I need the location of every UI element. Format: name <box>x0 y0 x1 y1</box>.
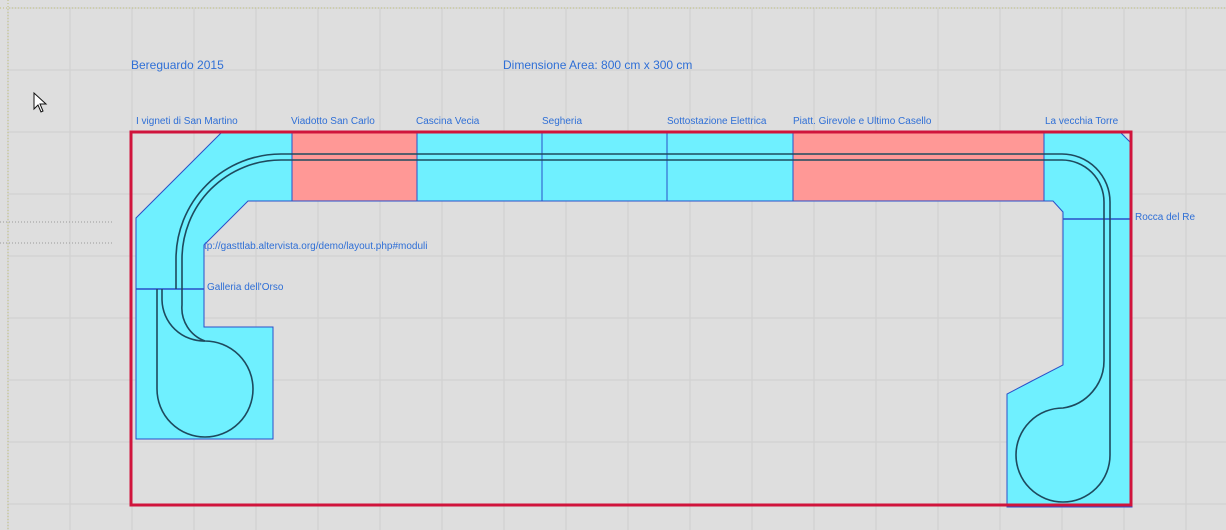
module-label-piattaforma: Piatt. Girevole e Ultimo Casello <box>793 116 932 127</box>
module-viadotto[interactable] <box>291 131 418 202</box>
module-label-rocca: Rocca del Re <box>1135 212 1195 223</box>
module-label-segheria: Segheria <box>542 116 582 127</box>
module-label-vigneti: I vigneti di San Martino <box>136 116 238 127</box>
layout-canvas: Bereguardo 2015 Dimensione Area: 800 cm … <box>0 0 1226 530</box>
area-dimensions: Dimensione Area: 800 cm x 300 cm <box>503 58 692 72</box>
module-segheria[interactable] <box>541 131 668 202</box>
module-label-viadotto: Viadotto San Carlo <box>291 116 375 127</box>
project-title: Bereguardo 2015 <box>131 58 224 72</box>
module-sottostazione[interactable] <box>666 131 794 202</box>
module-piattaforma[interactable] <box>792 131 1045 202</box>
module-label-sottostazione: Sottostazione Elettrica <box>667 116 767 127</box>
module-label-cascina: Cascina Vecia <box>416 116 480 127</box>
module-torre[interactable] <box>1043 131 1133 220</box>
module-label-galleria: Galleria dell'Orso <box>207 282 284 293</box>
module-label-torre: La vecchia Torre <box>1045 116 1119 127</box>
module-cascina[interactable] <box>416 131 543 202</box>
layout-link[interactable]: tp://gasttlab.altervista.org/demo/layout… <box>204 241 427 252</box>
